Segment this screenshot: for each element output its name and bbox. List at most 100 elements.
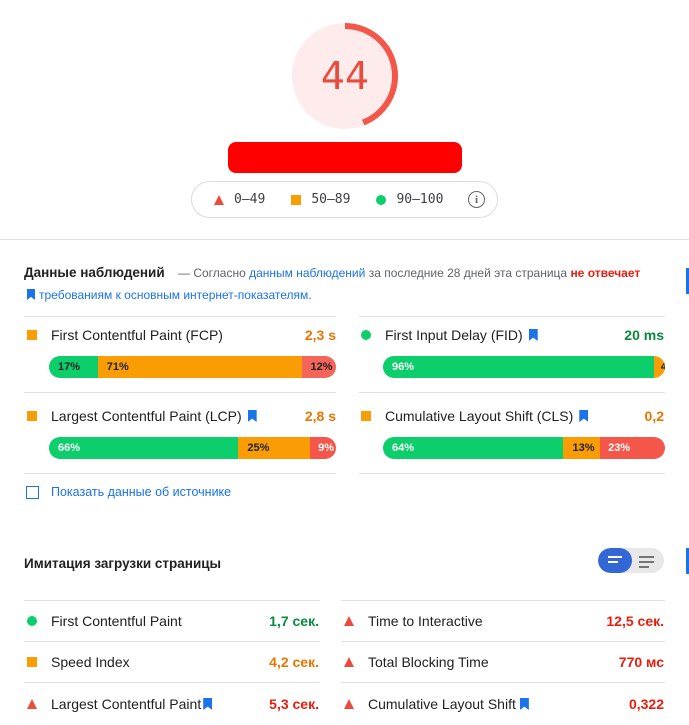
metric-value: 5,3 сек. bbox=[269, 696, 319, 712]
lab-metric-tti: Time to Interactive bbox=[344, 613, 483, 629]
square-orange-icon bbox=[361, 411, 371, 421]
bookmark-icon bbox=[247, 410, 257, 422]
circle-green-icon bbox=[376, 194, 387, 205]
field-data-desc-mid: за последние 28 дней эта страница bbox=[368, 266, 568, 280]
field-data-title: Данные наблюдений bbox=[24, 265, 165, 280]
distribution-bar: 96% 4% bbox=[383, 356, 665, 378]
metric-value: 770 мс bbox=[618, 654, 664, 670]
legend-average: 50–89 bbox=[291, 192, 350, 207]
dist-poor: 9% bbox=[310, 437, 336, 459]
info-icon[interactable]: i bbox=[468, 191, 485, 208]
metric-value: 20 ms bbox=[624, 327, 664, 343]
row-divider bbox=[24, 641, 320, 642]
view-toggle-list-button[interactable] bbox=[598, 548, 632, 573]
row-divider bbox=[341, 682, 665, 683]
metric-value: 0,2 bbox=[644, 408, 664, 424]
square-orange-icon bbox=[27, 411, 37, 421]
metric-label: First Input Delay (FID) bbox=[385, 327, 523, 343]
dist-good: 64% bbox=[383, 437, 564, 459]
show-source-label[interactable]: Показать данные об источнике bbox=[51, 485, 231, 499]
field-metric-fcp: First Contentful Paint (FCP) bbox=[27, 327, 223, 343]
metric-value: 2,3 s bbox=[304, 327, 336, 343]
metric-value: 0,322 bbox=[628, 696, 664, 712]
row-divider bbox=[359, 473, 665, 474]
bookmark-icon bbox=[203, 698, 213, 710]
metric-label: Time to Interactive bbox=[368, 613, 483, 629]
legend-poor-label: 0–49 bbox=[234, 192, 266, 207]
legend-average-label: 50–89 bbox=[311, 192, 351, 207]
metric-label: First Contentful Paint bbox=[51, 613, 182, 629]
row-divider bbox=[24, 316, 336, 317]
field-metric-cls: Cumulative Layout Shift (CLS) bbox=[361, 408, 592, 424]
square-orange-icon bbox=[27, 330, 37, 340]
lab-metric-si: Speed Index bbox=[27, 654, 130, 670]
circle-green-icon bbox=[361, 330, 371, 340]
row-divider bbox=[24, 600, 320, 601]
redacted-url bbox=[228, 142, 462, 173]
metric-label: First Contentful Paint (FCP) bbox=[51, 327, 223, 343]
view-toggle[interactable] bbox=[598, 548, 664, 573]
row-divider bbox=[359, 392, 665, 393]
dist-poor: 23% bbox=[600, 437, 665, 459]
expand-view-icon[interactable] bbox=[639, 556, 654, 571]
triangle-red-icon bbox=[344, 699, 354, 709]
row-divider bbox=[341, 641, 665, 642]
metric-label: Cumulative Layout Shift (CLS) bbox=[385, 408, 574, 424]
field-data-link[interactable]: данным наблюдений bbox=[249, 266, 365, 280]
show-source-toggle[interactable]: Показать данные об источнике bbox=[26, 485, 231, 499]
metric-label: Speed Index bbox=[51, 654, 130, 670]
distribution-bar: 17% 71% 12% bbox=[49, 356, 336, 378]
legend-good-label: 90–100 bbox=[396, 192, 444, 207]
square-orange-icon bbox=[27, 657, 37, 667]
legend-poor: 0–49 bbox=[214, 192, 265, 207]
row-divider bbox=[24, 392, 336, 393]
metric-value: 1,7 сек. bbox=[269, 613, 319, 629]
fail-status: не отвечает bbox=[570, 266, 641, 280]
lab-data-title: Имитация загрузки страницы bbox=[24, 556, 222, 571]
row-divider bbox=[359, 316, 665, 317]
bookmark-icon bbox=[528, 329, 538, 341]
metric-label: Cumulative Layout Shift bbox=[368, 696, 516, 712]
triangle-red-icon bbox=[27, 699, 37, 709]
square-orange-icon bbox=[291, 194, 302, 205]
dist-poor: 12% bbox=[301, 356, 336, 378]
dist-good: 17% bbox=[49, 356, 98, 378]
field-metric-lcp: Largest Contentful Paint (LCP) bbox=[27, 408, 261, 424]
score-legend: 0–49 50–89 90–100 i bbox=[191, 181, 498, 218]
metric-label: Largest Contentful Paint bbox=[51, 696, 202, 712]
cwv-link[interactable]: требованиям к основным интернет-показате… bbox=[39, 288, 312, 302]
field-data-header: Данные наблюдений — Согласно данным набл… bbox=[24, 262, 644, 306]
dist-average: 4% bbox=[653, 356, 665, 378]
metric-value: 4,2 сек. bbox=[269, 654, 319, 670]
dist-good: 66% bbox=[49, 437, 239, 459]
row-divider bbox=[24, 682, 320, 683]
circle-green-icon bbox=[27, 616, 37, 626]
bookmark-icon bbox=[27, 289, 35, 300]
dist-average: 13% bbox=[563, 437, 601, 459]
show-source-checkbox[interactable] bbox=[26, 485, 39, 499]
triangle-red-icon bbox=[344, 616, 354, 626]
dist-good: 96% bbox=[383, 356, 654, 378]
metric-label: Largest Contentful Paint (LCP) bbox=[51, 408, 242, 424]
score-gauge: 44 bbox=[289, 20, 401, 132]
legend-good: 90–100 bbox=[376, 192, 443, 207]
dist-average: 25% bbox=[238, 437, 311, 459]
list-view-icon bbox=[608, 556, 622, 566]
triangle-red-icon bbox=[344, 657, 354, 667]
dist-average: 71% bbox=[97, 356, 302, 378]
metric-label: Total Blocking Time bbox=[368, 654, 489, 670]
lab-metric-fcp: First Contentful Paint bbox=[27, 613, 182, 629]
section-divider bbox=[0, 239, 689, 240]
metric-value: 12,5 сек. bbox=[606, 613, 664, 629]
metric-value: 2,8 s bbox=[304, 408, 336, 424]
distribution-bar: 64% 13% 23% bbox=[383, 437, 665, 459]
lab-metric-cls: Cumulative Layout Shift bbox=[344, 696, 533, 712]
field-metric-fid: First Input Delay (FID) bbox=[361, 327, 542, 343]
triangle-red-icon bbox=[214, 194, 224, 205]
lab-metric-lcp: Largest Contentful Paint bbox=[27, 696, 216, 712]
bookmark-icon bbox=[579, 410, 589, 422]
row-divider bbox=[24, 473, 336, 474]
score-value: 44 bbox=[320, 54, 370, 98]
lab-metric-tbt: Total Blocking Time bbox=[344, 654, 489, 670]
row-divider bbox=[341, 600, 665, 601]
